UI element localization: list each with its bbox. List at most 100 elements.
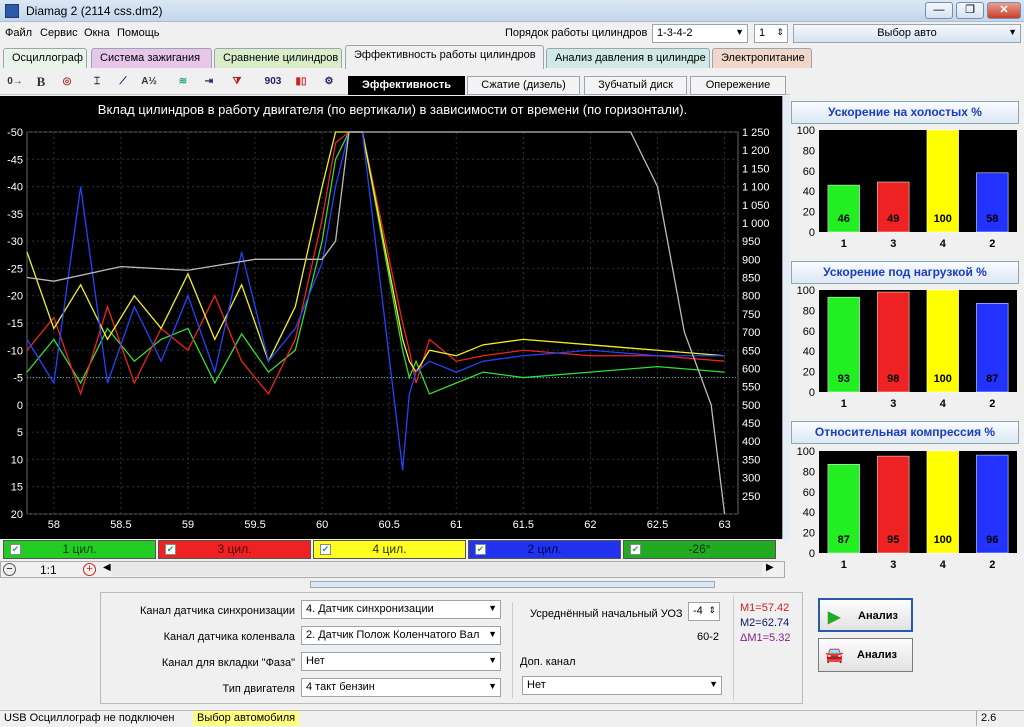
scroll-track[interactable] — [112, 563, 762, 576]
y2-tick-label: 800 — [742, 291, 760, 303]
y2-tick-label: 850 — [742, 273, 760, 285]
checkbox[interactable]: ✔ — [10, 544, 21, 555]
tab-oscillograph[interactable]: Осциллограф — [3, 48, 87, 68]
checkbox[interactable]: ✔ — [475, 544, 486, 555]
y-tick-label: -35 — [7, 209, 23, 221]
export-icon[interactable]: ⇥ — [198, 72, 220, 92]
efficiency-chart[interactable]: 58 58.5 59 59.5 60 60.5 61 61.5 62 62.5 63 -50 -45 -4… — [0, 96, 785, 539]
scroll-left-icon[interactable]: ◀ — [103, 562, 111, 573]
bar-value-label: 100 — [934, 534, 952, 546]
chevron-down-icon: ▼ — [488, 629, 497, 639]
maximize-button[interactable]: ❐ — [956, 2, 984, 19]
uoz-spin[interactable]: -4 ⇕ — [688, 602, 720, 621]
menu-service[interactable]: Сервис — [40, 27, 78, 39]
tab-pressure-analysis[interactable]: Анализ давления в цилиндре — [546, 48, 710, 68]
scroll-right-icon[interactable]: ▶ — [766, 562, 774, 573]
o-scale-icon[interactable]: 0→ — [4, 72, 26, 92]
bar-value-label: 93 — [838, 373, 850, 385]
cylinder-count-spin[interactable]: 1 ⇕ — [754, 24, 788, 43]
status-car[interactable]: Выбор автомобиля — [193, 711, 300, 726]
x-tick-label: 58.5 — [110, 519, 131, 531]
checkbox[interactable]: ✔ — [165, 544, 176, 555]
bars-icon[interactable]: ▮▯ — [290, 72, 312, 92]
zoom-in-icon[interactable]: + — [83, 563, 96, 576]
phase-channel-select[interactable]: Нет ▼ — [301, 652, 501, 671]
legend-cyl4[interactable]: ✔ 4 цил. — [313, 540, 466, 559]
tab-cylinder-compare[interactable]: Сравнение цилиндров — [214, 48, 342, 68]
wave-icon[interactable]: ≋ — [172, 72, 194, 92]
bar-value-label: 46 — [838, 213, 850, 225]
rpm-icon[interactable]: ◎ — [56, 72, 78, 92]
x-tick-label: 2 — [989, 238, 995, 250]
y2-tick-label: 550 — [742, 382, 760, 394]
legend-cyl3[interactable]: ✔ 3 цил. — [158, 540, 311, 559]
menu-file[interactable]: Файл — [5, 27, 32, 39]
analyze-car-button[interactable]: 🚘 Анализ — [818, 638, 913, 672]
x-tick-label: 4 — [940, 559, 947, 571]
cylinder-order-label: Порядок работы цилиндров — [505, 27, 648, 39]
series-line-3цил. — [26, 131, 725, 397]
subtab-efficiency[interactable]: Эффективность — [348, 76, 465, 95]
chart-canvas[interactable]: 58 58.5 59 59.5 60 60.5 61 61.5 62 62.5 63-50-45-4… — [0, 96, 785, 539]
cylinder-order-select[interactable]: 1-3-4-2 ▼ — [652, 24, 748, 43]
uoz-label: Усреднённый начальный УОЗ — [530, 608, 683, 620]
legend-angle[interactable]: ✔ -26° — [623, 540, 776, 559]
menu-help[interactable]: Помощь — [117, 27, 160, 39]
tab-ignition[interactable]: Система зажигания — [91, 48, 212, 68]
zoom-out-icon[interactable]: − — [3, 563, 16, 576]
chevron-down-icon: ▼ — [1008, 27, 1017, 37]
bar-value-label: 87 — [838, 534, 850, 546]
y2-tick-label: 1 000 — [742, 218, 770, 230]
chart-title: Вклад цилиндров в работу двигателя (по в… — [97, 102, 688, 117]
y2-tick-label: 750 — [742, 309, 760, 321]
marker-delta: ΔM1=5.32 — [740, 632, 791, 644]
algorithm-icon[interactable]: A½ — [138, 72, 160, 92]
panel-splitter[interactable] — [310, 581, 715, 588]
x-tick-label: 60 — [316, 519, 328, 531]
counter-icon[interactable]: 903 — [262, 72, 284, 92]
marker-icon[interactable]: ⌶ — [86, 72, 108, 92]
legend-cyl1[interactable]: ✔ 1 цил. — [3, 540, 156, 559]
y-tick-label: 100 — [797, 446, 815, 458]
legend-cyl2[interactable]: ✔ 2 цил. — [468, 540, 621, 559]
menu-windows[interactable]: Окна — [84, 27, 110, 39]
checkbox[interactable]: ✔ — [320, 544, 331, 555]
y2-tick-label: 500 — [742, 400, 760, 412]
y-tick-label: 100 — [797, 285, 815, 297]
sync-channel-select[interactable]: 4. Датчик синхронизации ▼ — [301, 600, 501, 619]
bar-value-label: 98 — [887, 373, 899, 385]
engine-type-select[interactable]: 4 такт бензин ▼ — [301, 678, 501, 697]
tab-power[interactable]: Электропитание — [712, 48, 812, 68]
y-tick-label: 20 — [803, 528, 815, 540]
crank-channel-select[interactable]: 2. Датчик Полож Коленчатого Вал ▼ — [301, 626, 501, 645]
chevron-down-icon: ▼ — [735, 27, 744, 37]
y-tick-label: -15 — [7, 318, 23, 330]
line-icon[interactable]: ⟋ — [112, 72, 134, 92]
filter-icon[interactable]: ⧩ — [226, 72, 248, 92]
bold-icon[interactable]: B — [30, 72, 52, 92]
panel-title-idle: Ускорение на холостых % — [791, 101, 1019, 124]
subtab-compression[interactable]: Сжатие (дизель) — [467, 76, 580, 95]
chevron-down-icon: ▼ — [488, 681, 497, 691]
extra-channel-select[interactable]: Нет ▼ — [522, 676, 722, 695]
x-tick-label: 61 — [450, 519, 462, 531]
analyze-button[interactable]: ▶ Анализ — [818, 598, 913, 632]
y-tick-label: -5 — [13, 373, 23, 385]
x-tick-label: 63 — [718, 519, 730, 531]
y-tick-label: 80 — [803, 305, 815, 317]
tab-cylinder-efficiency[interactable]: Эффективность работы цилиндров — [345, 45, 544, 69]
spin-icon: ⇕ — [708, 605, 716, 615]
app-icon — [5, 4, 19, 18]
settings-icon[interactable]: ⚙ — [318, 72, 340, 92]
select-car-dropdown[interactable]: Выбор авто ▼ — [793, 24, 1021, 43]
subtab-tooth-disk[interactable]: Зубчатый диск — [584, 76, 687, 95]
y2-tick-label: 1 100 — [742, 182, 770, 194]
minimize-button[interactable]: — — [925, 2, 953, 19]
close-button[interactable]: ✕ — [987, 2, 1021, 19]
bar-value-label: 58 — [986, 213, 998, 225]
subtab-advance[interactable]: Опережение — [690, 76, 786, 95]
y-tick-label: 0 — [809, 387, 815, 399]
y2-tick-label: 1 050 — [742, 200, 770, 212]
checkbox[interactable]: ✔ — [630, 544, 641, 555]
y2-tick-label: 400 — [742, 436, 760, 448]
